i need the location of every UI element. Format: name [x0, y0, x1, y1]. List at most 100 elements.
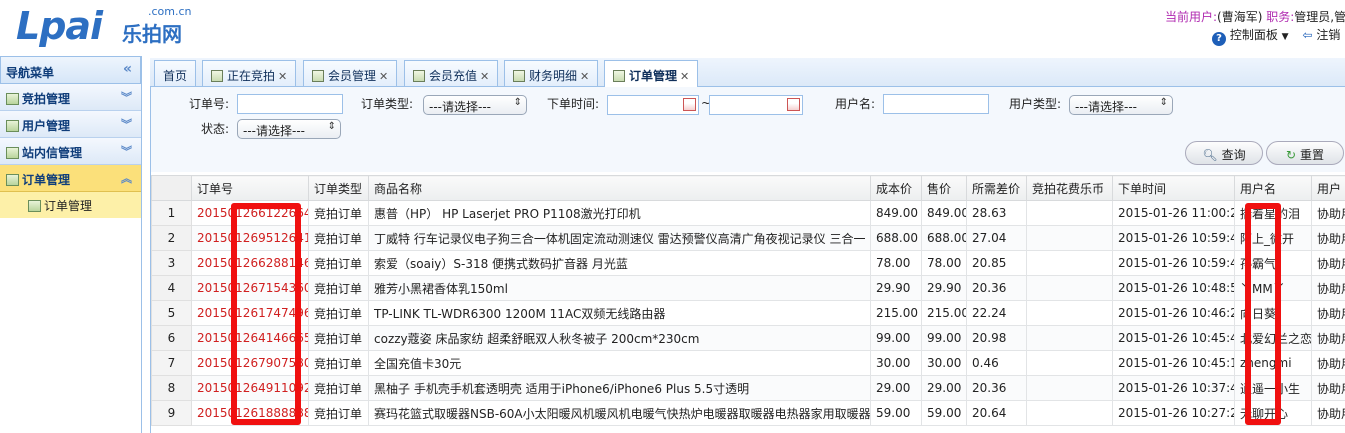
- sidebar-subitem-label: 订单管理: [44, 199, 93, 213]
- table-row[interactable]: 2 201501269512641 竞拍订单 丁威特 行车记录仪电子狗三合一体机固定流…: [151, 225, 1345, 251]
- product-name-cell: 惠普（HP） HP Laserjet PRO P1108激光打印机: [368, 200, 871, 226]
- logout-icon: ⇦: [1302, 28, 1313, 42]
- order-type-select[interactable]: ---请选择--- ⇕: [423, 95, 527, 115]
- coins-cell: [1026, 250, 1113, 276]
- current-user-name: (曹海军): [1217, 10, 1263, 24]
- table-row[interactable]: 8 201501264911092 竞拍订单 黑柚子 手机壳手机套透明壳 适用于iPh…: [151, 375, 1345, 401]
- user-type-cell: 协助用: [1311, 225, 1345, 251]
- tab-order-management[interactable]: 订单管理 ✕: [604, 60, 699, 88]
- close-icon[interactable]: ✕: [480, 70, 489, 83]
- sidebar-item-label: 用户管理: [22, 119, 71, 133]
- cost-price-cell: 29.90: [870, 275, 922, 301]
- table-row[interactable]: 7 201501267907580 竞拍订单 全国充值卡30元 30.00 30.00 0.…: [151, 350, 1345, 376]
- order-time-end-input[interactable]: [709, 95, 803, 115]
- price-diff-cell: 20.85: [966, 250, 1027, 276]
- logout-link[interactable]: ⇦ 注销: [1302, 26, 1340, 43]
- column-header[interactable]: 售价: [921, 175, 967, 201]
- order-type-cell: 竞拍订单: [308, 375, 369, 401]
- close-icon[interactable]: ✕: [680, 70, 689, 83]
- sidebar-item-messages[interactable]: 站内信管理 ︾: [0, 138, 141, 165]
- order-no-input[interactable]: [237, 94, 343, 114]
- collapse-sidebar-icon[interactable]: «: [123, 61, 132, 77]
- status-select[interactable]: ---请选择--- ⇕: [237, 119, 341, 139]
- tab-label: 财务明细: [529, 69, 578, 83]
- sale-price-cell: 99.00: [921, 325, 967, 351]
- tab-label: 订单管理: [629, 69, 678, 83]
- control-panel-label: 控制面板: [1229, 28, 1278, 42]
- tab-icon: [211, 70, 223, 82]
- close-icon[interactable]: ✕: [580, 70, 589, 83]
- sidebar-item-auction[interactable]: 竞拍管理 ︾: [0, 84, 141, 111]
- close-icon[interactable]: ✕: [278, 70, 287, 83]
- sidebar-item-orders[interactable]: 订单管理 ︽: [0, 165, 141, 192]
- order-type-cell: 竞拍订单: [308, 200, 369, 226]
- tab-member-recharge[interactable]: 会员充值 ✕: [404, 60, 499, 86]
- tab-home[interactable]: 首页: [154, 60, 197, 86]
- user-type-select[interactable]: ---请选择--- ⇕: [1069, 95, 1173, 115]
- column-header[interactable]: 商品名称: [368, 175, 871, 201]
- order-type-cell: 竞拍订单: [308, 300, 369, 326]
- order-type-cell: 竞拍订单: [308, 275, 369, 301]
- column-header[interactable]: 竞拍花费乐币: [1026, 175, 1113, 201]
- folder-icon: [6, 174, 19, 186]
- help-icon: ?: [1212, 32, 1226, 46]
- sidebar-subitem-order-management[interactable]: 订单管理: [0, 192, 141, 218]
- control-panel-menu[interactable]: ? 控制面板 ▼: [1212, 28, 1289, 46]
- table-row[interactable]: 120150126612266410竞拍订单惠普（HP） HP Laserjet…: [151, 200, 1345, 226]
- calendar-icon[interactable]: [787, 98, 800, 111]
- select-arrows-icon: ⇕: [1159, 97, 1168, 108]
- site-logo[interactable]: Lpai .com.cn 乐拍网: [6, 2, 202, 48]
- tab-member-management[interactable]: 会员管理 ✕: [303, 60, 398, 86]
- logo-name: 乐拍网: [122, 22, 182, 46]
- column-header[interactable]: 下单时间: [1112, 175, 1235, 201]
- column-header[interactable]: 用户: [1311, 175, 1345, 201]
- order-management-panel: 订单号: 订单类型: ---请选择--- ⇕ 下单时间: ~ 用户名: 用户类型:…: [150, 87, 1345, 433]
- row-number-cell: 5: [151, 300, 192, 326]
- coins-cell: [1026, 200, 1113, 226]
- tab-label: 首页: [163, 69, 188, 83]
- user-type-cell: 协助用: [1311, 350, 1345, 376]
- role-label: 职务:: [1266, 10, 1295, 24]
- column-header[interactable]: 用户名: [1234, 175, 1312, 201]
- username-input[interactable]: [883, 94, 989, 114]
- user-type-cell: 协助用: [1311, 325, 1345, 351]
- calendar-icon[interactable]: [683, 98, 696, 111]
- table-row[interactable]: 9 201501261888888 竞拍订单 赛玛花篮式取暖器NSB-60A小太阳暖风…: [151, 400, 1345, 426]
- sale-price-cell: 849.00: [921, 200, 967, 226]
- order-time-cell: 2015-01-26 10:59:46: [1112, 225, 1235, 251]
- row-number-cell: 8: [151, 375, 192, 401]
- sidebar-item-label: 竞拍管理: [22, 92, 71, 106]
- table-body: 120150126612266410竞拍订单惠普（HP） HP Laserjet…: [151, 200, 1345, 426]
- order-type-cell: 竞拍订单: [308, 350, 369, 376]
- user-type-cell: 协助用: [1311, 400, 1345, 426]
- table-row[interactable]: 4 201501267154360 竞拍订单 雅芳小黑裙香体乳150ml 29.90 29…: [151, 275, 1345, 301]
- logout-label: 注销: [1316, 28, 1341, 42]
- column-header[interactable]: 订单号: [191, 175, 309, 201]
- sale-price-cell: 30.00: [921, 350, 967, 376]
- column-header[interactable]: 成本价: [870, 175, 922, 201]
- double-chevron-down-icon: ︾: [121, 145, 132, 158]
- user-type-cell: 协助用: [1311, 250, 1345, 276]
- sale-price-cell: 59.00: [921, 400, 967, 426]
- column-header[interactable]: 订单类型: [308, 175, 369, 201]
- column-header[interactable]: 所需差价: [966, 175, 1027, 201]
- close-icon[interactable]: ✕: [379, 70, 388, 83]
- tab-financial-details[interactable]: 财务明细 ✕: [504, 60, 599, 86]
- order-time-start-input[interactable]: [607, 95, 699, 115]
- orders-table: 订单号 订单类型 商品名称 成本价 售价 所需差价 竞拍花费乐币 下单时间 用户…: [151, 175, 1345, 426]
- price-diff-cell: 20.36: [966, 375, 1027, 401]
- annotation-highlight-order-no: [231, 203, 301, 425]
- reset-button[interactable]: ↻ 重置: [1266, 141, 1344, 165]
- tab-live-auction[interactable]: 正在竞拍 ✕: [202, 60, 297, 86]
- sidebar-title: 导航菜单: [6, 66, 55, 80]
- table-row[interactable]: 6 201501264146665 竞拍订单 cozzy蔻姿 床品家纺 超柔舒眠双人秋…: [151, 325, 1345, 351]
- price-diff-cell: 20.36: [966, 275, 1027, 301]
- sidebar-item-users[interactable]: 用户管理 ︾: [0, 111, 141, 138]
- table-row[interactable]: 3 201501266288146 竞拍订单 索爱（soaiy）S-318 便携式数码…: [151, 250, 1345, 276]
- logo-brand: Lpai: [16, 4, 103, 48]
- coins-cell: [1026, 325, 1113, 351]
- order-time-cell: 2015-01-26 10:59:44: [1112, 250, 1235, 276]
- row-number-header: [151, 175, 192, 201]
- search-button[interactable]: 🔍︎ 查询: [1185, 141, 1263, 165]
- table-row[interactable]: 5 201501261747496 竞拍订单 TP-LINK TL-WDR6300 1…: [151, 300, 1345, 326]
